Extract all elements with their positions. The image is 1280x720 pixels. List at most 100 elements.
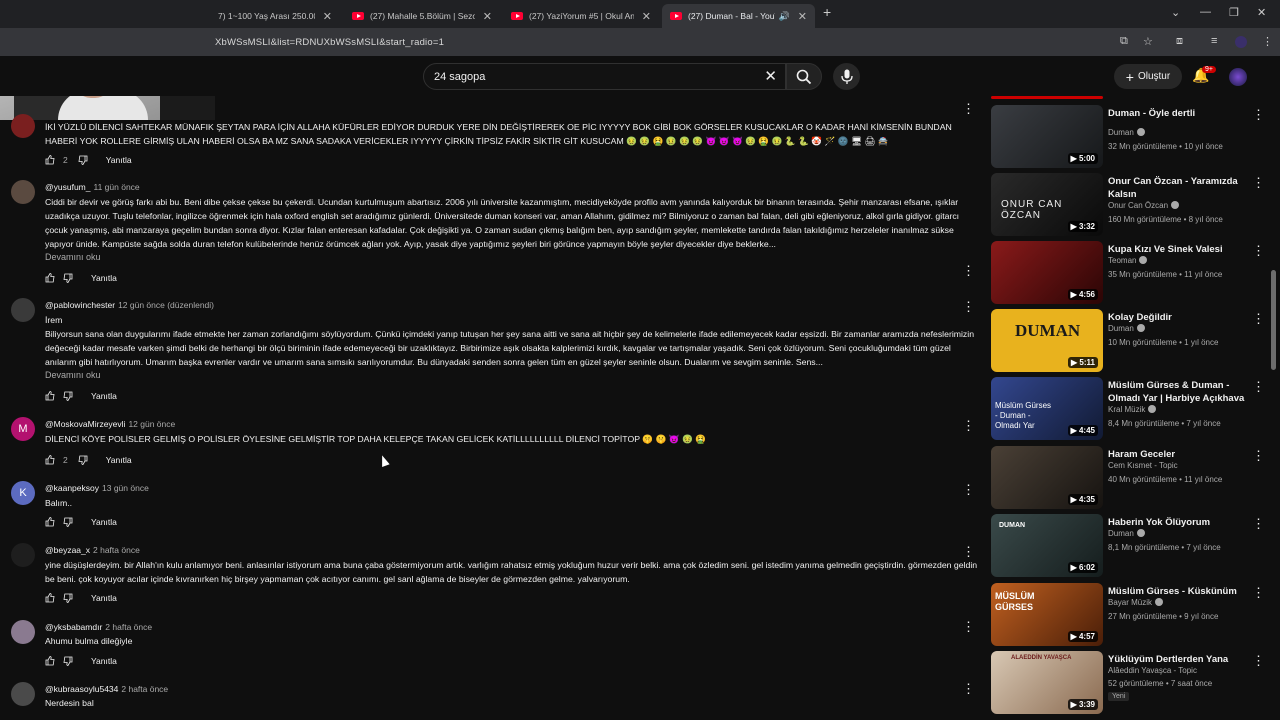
reply-button[interactable]: Yanıtla bbox=[106, 155, 132, 165]
comment-author[interactable]: @kubraasoylu5434 bbox=[45, 684, 118, 694]
comment-time[interactable]: 2 hafta önce bbox=[93, 545, 140, 555]
reply-button[interactable]: Yanıtla bbox=[91, 391, 117, 401]
close-icon[interactable]: ✕ bbox=[642, 10, 651, 23]
like-icon[interactable] bbox=[45, 455, 55, 465]
search-box[interactable]: 24 sagopa ✕ bbox=[423, 63, 786, 90]
related-video[interactable]: ▶ 4:56 Kupa Kızı Ve Sinek Valesi Teoman … bbox=[990, 241, 1280, 307]
channel-name[interactable]: Duman bbox=[1108, 529, 1145, 538]
more-options-icon[interactable]: ⋮ bbox=[962, 483, 975, 496]
comment-time[interactable]: 2 hafta önce bbox=[105, 622, 152, 632]
comment-time[interactable]: 12 gün önce (düzenlendi) bbox=[118, 300, 214, 310]
channel-name[interactable]: Teoman bbox=[1108, 256, 1148, 265]
more-options-icon[interactable]: ⋮ bbox=[962, 419, 975, 432]
dislike-icon[interactable] bbox=[63, 273, 73, 283]
video-title[interactable]: Haberin Yok Ölüyorum bbox=[1108, 516, 1248, 529]
related-video[interactable]: ONUR CAN ÖZCAN ▶ 3:32 Onur Can Özcan - Ya… bbox=[990, 173, 1280, 239]
more-options-icon[interactable]: ⋮ bbox=[1252, 448, 1265, 464]
more-options-icon[interactable]: ⋮ bbox=[962, 545, 975, 558]
reply-button[interactable]: Yanıtla bbox=[91, 593, 117, 603]
channel-name[interactable]: Bayar Müzik bbox=[1108, 598, 1164, 607]
video-title[interactable]: Kupa Kızı Ve Sinek Valesi bbox=[1108, 243, 1248, 256]
related-video[interactable]: ▶ 5:00 Duman - Öyle dertli Duman 32 Mn g… bbox=[990, 105, 1280, 171]
video-title[interactable]: Kolay Değildir bbox=[1108, 311, 1248, 324]
dislike-icon[interactable] bbox=[78, 455, 88, 465]
related-video[interactable]: ALAEDDİN YAVAŞCA ▶ 3:39 Yüklüyüm Dertlerd… bbox=[990, 651, 1280, 717]
video-title[interactable]: Yüklüyüm Dertlerden Yana bbox=[1108, 653, 1248, 666]
dislike-icon[interactable] bbox=[63, 593, 73, 603]
page-scrollbar[interactable] bbox=[1271, 270, 1276, 370]
close-icon[interactable]: ✕ bbox=[323, 10, 332, 23]
avatar[interactable] bbox=[11, 298, 35, 322]
tab-search-icon[interactable]: ⌄ bbox=[1171, 6, 1180, 19]
video-thumbnail[interactable]: ONUR CAN ÖZCAN ▶ 3:32 bbox=[991, 173, 1103, 236]
dislike-icon[interactable] bbox=[63, 656, 73, 666]
more-options-icon[interactable]: ⋮ bbox=[1252, 585, 1265, 601]
browser-tab[interactable]: (27) YaziYorum #5 | Okul Anıları ✕ bbox=[503, 4, 659, 28]
more-options-icon[interactable]: ⋮ bbox=[1252, 311, 1265, 327]
video-thumbnail[interactable]: DUMAN ▶ 6:02 bbox=[991, 514, 1103, 577]
create-button[interactable]: + Oluştur bbox=[1114, 64, 1182, 89]
video-thumbnail[interactable]: ▶ 4:56 bbox=[991, 241, 1103, 304]
more-options-icon[interactable]: ⋮ bbox=[962, 682, 975, 695]
comment-author[interactable]: @yksbabamdır bbox=[45, 622, 102, 632]
avatar[interactable]: M bbox=[11, 417, 35, 441]
read-more-link[interactable]: Devamını oku bbox=[45, 252, 101, 262]
window-close-icon[interactable]: ✕ bbox=[1257, 6, 1266, 19]
video-thumbnail[interactable]: ALAEDDİN YAVAŞCA ▶ 3:39 bbox=[991, 651, 1103, 714]
comment-author[interactable]: @yusufum_ bbox=[45, 182, 90, 192]
video-thumbnail[interactable]: ▶ 5:00 bbox=[991, 105, 1103, 168]
video-title[interactable]: Haram Geceler bbox=[1108, 448, 1248, 461]
related-video[interactable]: DUMAN ▶ 6:02 Haberin Yok Ölüyorum Duman 8… bbox=[990, 514, 1280, 580]
reply-button[interactable]: Yanıtla bbox=[91, 517, 117, 527]
extensions-icon[interactable]: ⧈ bbox=[1176, 35, 1183, 48]
video-thumbnail[interactable]: ▶ 4:35 bbox=[991, 446, 1103, 509]
comment-author[interactable]: @pablowinchester bbox=[45, 300, 115, 310]
related-video[interactable]: Müslüm Gürses - Duman - Olmadı Yar ▶ 4:45… bbox=[990, 377, 1280, 443]
channel-name[interactable]: Alâeddin Yavaşca - Topic bbox=[1108, 666, 1197, 675]
more-options-icon[interactable]: ⋮ bbox=[962, 264, 975, 277]
comment-author[interactable]: @beyzaa_x bbox=[45, 545, 90, 555]
browser-menu-icon[interactable]: ⋮ bbox=[1262, 35, 1273, 48]
dislike-icon[interactable] bbox=[63, 517, 73, 527]
like-icon[interactable] bbox=[45, 593, 55, 603]
more-options-icon[interactable]: ⋮ bbox=[1252, 175, 1265, 191]
bookmark-star-icon[interactable]: ☆ bbox=[1143, 35, 1153, 48]
related-video[interactable]: ▶ 4:35 Haram Geceler Cem Kısmet - Topic … bbox=[990, 446, 1280, 512]
more-options-icon[interactable]: ⋮ bbox=[1252, 107, 1265, 123]
avatar[interactable] bbox=[11, 620, 35, 644]
account-avatar[interactable] bbox=[1229, 68, 1247, 86]
media-controls-icon[interactable]: ≡ bbox=[1211, 35, 1217, 47]
video-thumbnail[interactable]: MÜSLÜM GÜRSES ▶ 4:57 bbox=[991, 583, 1103, 646]
avatar[interactable] bbox=[11, 180, 35, 204]
video-title[interactable]: Müslüm Gürses - Küskünüm bbox=[1108, 585, 1248, 598]
reply-button[interactable]: Yanıtla bbox=[91, 656, 117, 666]
more-options-icon[interactable]: ⋮ bbox=[1252, 653, 1265, 669]
search-input[interactable]: 24 sagopa bbox=[434, 71, 485, 83]
url-field[interactable]: XbWSsMSLI&list=RDNUXbWSsMSLI&start_radio… bbox=[215, 37, 444, 48]
more-options-icon[interactable]: ⋮ bbox=[1252, 379, 1265, 395]
channel-name[interactable]: Duman bbox=[1108, 128, 1145, 137]
comment-time[interactable]: 12 gün önce bbox=[128, 419, 175, 429]
more-options-icon[interactable]: ⋮ bbox=[962, 300, 975, 313]
comment-time[interactable]: 13 gün önce bbox=[102, 483, 149, 493]
close-icon[interactable]: ✕ bbox=[483, 10, 492, 23]
avatar[interactable] bbox=[11, 114, 35, 138]
comment-author[interactable]: @MoskovaMirzeyevli bbox=[45, 419, 125, 429]
channel-name[interactable]: Kral Müzik bbox=[1108, 405, 1157, 414]
more-options-icon[interactable]: ⋮ bbox=[962, 102, 975, 115]
reply-button[interactable]: Yanıtla bbox=[106, 455, 132, 465]
maximize-icon[interactable]: ❐ bbox=[1229, 6, 1239, 19]
video-title[interactable]: Müslüm Gürses & Duman - Olmadı Yar | Har… bbox=[1108, 379, 1248, 405]
profile-icon[interactable] bbox=[1235, 36, 1247, 48]
more-options-icon[interactable]: ⋮ bbox=[1252, 516, 1265, 532]
video-title[interactable]: Onur Can Özcan - Yaramızda Kalsın bbox=[1108, 175, 1248, 201]
avatar[interactable] bbox=[11, 682, 35, 706]
related-video[interactable]: DUMAN ▶ 5:11 Kolay Değildir Duman 10 Mn g… bbox=[990, 309, 1280, 375]
reply-button[interactable]: Yanıtla bbox=[91, 273, 117, 283]
comment-time[interactable]: 11 gün önce bbox=[93, 182, 139, 192]
new-tab-button[interactable]: + bbox=[823, 4, 831, 20]
comment-author[interactable]: @kaanpeksoy bbox=[45, 483, 99, 493]
dislike-icon[interactable] bbox=[63, 391, 73, 401]
like-icon[interactable] bbox=[45, 273, 55, 283]
channel-name[interactable]: Onur Can Özcan bbox=[1108, 201, 1180, 210]
